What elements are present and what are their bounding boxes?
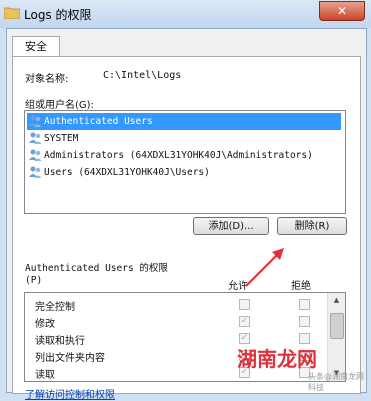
user-row-system[interactable]: SYSTEM [27, 130, 341, 147]
users-group-icon [29, 115, 42, 127]
tab-security[interactable]: 安全 [12, 36, 60, 57]
deny-checkbox[interactable] [299, 299, 310, 310]
permissions-scrollbar[interactable]: ▲ ▼ [327, 293, 345, 381]
users-list[interactable]: Authenticated Users SYSTEM Administrator… [24, 110, 346, 214]
users-group-icon [29, 132, 42, 144]
allow-column-header: 允许 [228, 281, 248, 292]
permission-name: 读取 [35, 370, 55, 381]
add-button[interactable]: 添加(D)... [193, 217, 269, 235]
permissions-title: Authenticated Users 的权限 (P) [25, 263, 168, 287]
remove-button[interactable]: 删除(R) [277, 217, 347, 235]
permissions-title-shortcut: (P) [25, 275, 43, 286]
user-name: Users (64XDXL31YOHK40J\Users) [44, 167, 210, 178]
user-row-users[interactable]: Users (64XDXL31YOHK40J\Users) [27, 164, 341, 181]
permissions-title-line: Authenticated Users 的权限 [25, 263, 168, 274]
group-user-label: 组或用户名(G): [25, 100, 94, 111]
user-name: SYSTEM [44, 133, 79, 144]
deny-column-header: 拒绝 [291, 281, 311, 292]
scroll-thumb[interactable] [330, 313, 344, 339]
allow-checkbox[interactable]: ✓ [239, 316, 250, 327]
dialog-client: 安全 对象名称: C:\Intel\Logs 组或用户名(G): Authent… [6, 28, 367, 401]
window-title: Logs 的权限 [24, 8, 92, 22]
scroll-up-arrow-icon[interactable]: ▲ [328, 293, 345, 308]
users-group-icon [29, 149, 42, 161]
permission-row-modify: 修改 ✓ [25, 313, 325, 330]
watermark-caption: 头条@湖南龙网科技 [308, 372, 364, 392]
users-group-icon [29, 166, 42, 178]
close-icon: ✕ [336, 4, 348, 18]
watermark-logo: 湖南龙网 [237, 347, 317, 371]
permission-row-full-control: 完全控制 [25, 296, 325, 313]
user-name: Administrators (64XDXL31YOHK40J\Administ… [44, 150, 313, 161]
folder-icon [4, 7, 20, 19]
object-name-label: 对象名称: [25, 74, 69, 85]
title-bar: Logs 的权限 ✕ [0, 0, 371, 28]
object-name-value: C:\Intel\Logs [103, 70, 182, 81]
access-control-help-link[interactable]: 了解访问控制和权限 [25, 386, 115, 401]
user-row-administrators[interactable]: Administrators (64XDXL31YOHK40J\Administ… [27, 147, 341, 164]
user-row-authenticated-users[interactable]: Authenticated Users [27, 113, 341, 130]
user-name: Authenticated Users [44, 116, 153, 127]
close-button[interactable]: ✕ [319, 1, 365, 21]
permission-name: 读取和执行 [35, 336, 85, 347]
permission-name: 列出文件夹内容 [35, 353, 105, 364]
permission-name: 完全控制 [35, 302, 75, 313]
permission-name: 修改 [35, 319, 55, 330]
deny-checkbox[interactable] [299, 316, 310, 327]
allow-checkbox[interactable] [239, 299, 250, 310]
